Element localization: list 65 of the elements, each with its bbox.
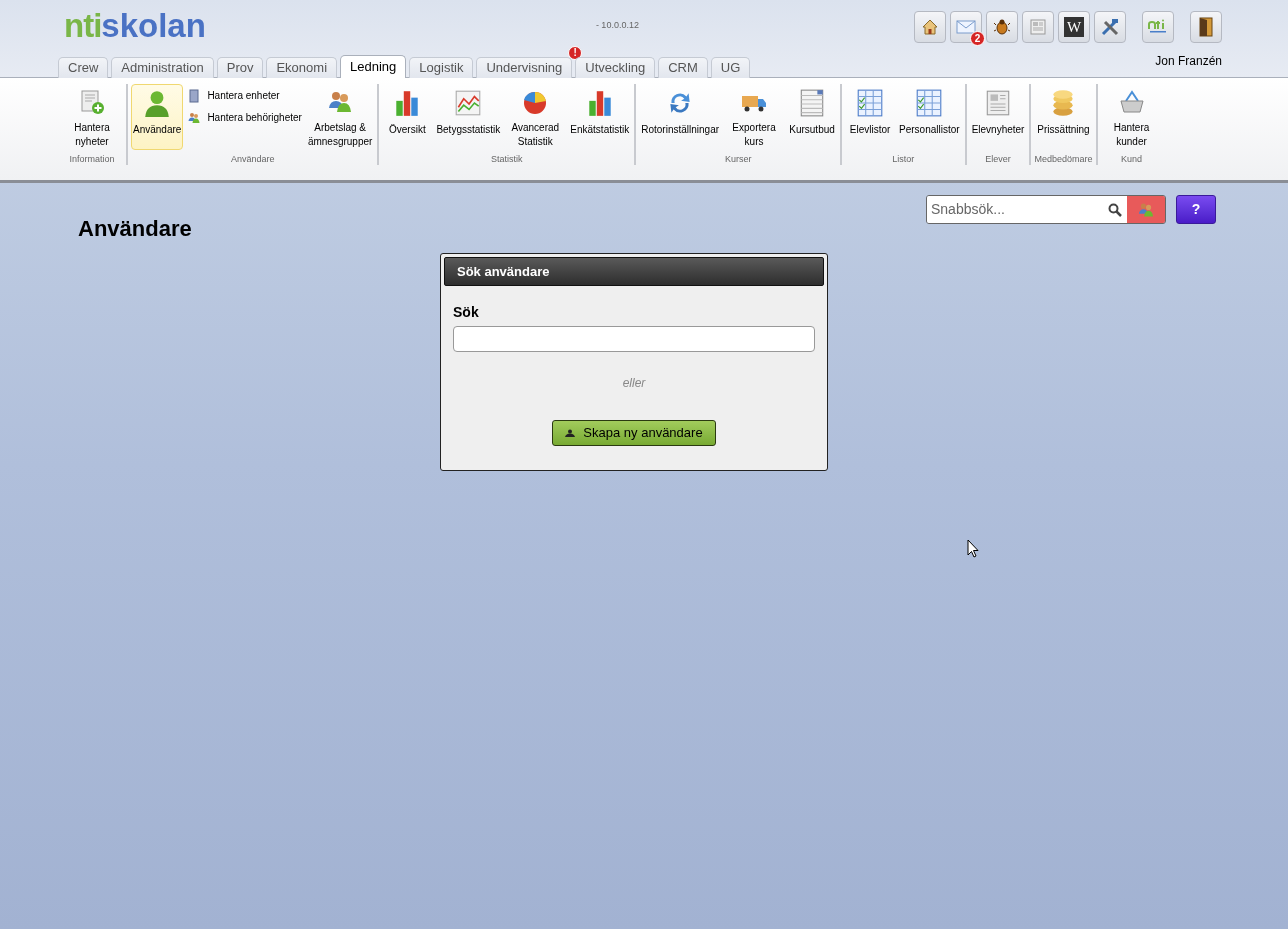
people-icon [187,111,202,125]
ribbon-button[interactable]: Avancerad Statistik [504,84,567,150]
group-label: Listor [892,153,915,165]
group-label: Kurser [724,153,752,165]
version-label: - 10.0.0.12 [595,19,639,32]
toolbar-button[interactable]: W [1058,11,1090,43]
tab[interactable]: Ekonomi [266,57,338,78]
tab[interactable]: Ledning [340,55,407,78]
person-icon [565,429,576,437]
nti-skolan-logo: ntiskolan [64,8,206,42]
or-text: eller [622,375,646,392]
tab[interactable]: CRM [658,57,708,78]
ribbon-button[interactable]: Hantera behörigheter [185,109,304,127]
logo-icon [1147,19,1169,35]
ribbon-button[interactable]: Användare [131,84,184,150]
envelope-icon [956,20,976,34]
alert-badge: ! [568,46,583,60]
group-label: Medbedömare [1034,153,1093,165]
ribbon-button[interactable]: Kursutbud [787,84,838,150]
building-icon [187,89,202,103]
newspaper-icon [1029,18,1047,36]
ribbon-button[interactable]: Betygsstatistik [434,84,503,150]
tab[interactable]: UG [710,57,751,78]
ribbon-button[interactable]: Exportera kurs [723,84,786,150]
tab[interactable]: Administration [111,57,214,78]
ribbon-button[interactable]: Elevnyheter [969,84,1027,150]
ribbon-button[interactable]: Hantera enheter [185,87,304,105]
help-button[interactable]: ? [1176,195,1216,224]
ribbon-button[interactable]: Personallistor [897,84,962,150]
ribbon-button[interactable]: Översikt [382,84,433,150]
wiki-icon: W [1064,17,1084,37]
toolbar-button[interactable] [986,11,1018,43]
ribbon-button[interactable]: Hantera kunder [1100,84,1163,150]
group-label: Information [69,153,115,165]
tab[interactable]: Utveckling [575,57,656,78]
tab[interactable]: Logistik [409,57,474,78]
group-label: Kund [1121,153,1142,165]
ribbon-button[interactable]: Hantera nyheter [61,84,123,150]
ribbon-button[interactable]: Enkätstatistik [568,84,632,150]
door-icon [1197,17,1215,37]
group-label: Användare [230,153,275,165]
panel-header: Sök användare [444,257,824,286]
tab[interactable]: Prov [216,57,264,78]
toolbar-button[interactable] [914,11,946,43]
tab[interactable]: Undervisning [476,57,573,78]
field-label: Sök [453,303,480,322]
user-name: Jon Franzén [1155,53,1222,70]
house-icon [921,18,939,36]
toolbar-button[interactable] [1190,11,1222,43]
create-user-button[interactable]: Skapa ny användare [552,420,716,446]
ribbon-button[interactable]: Arbetslag & ämnesgrupper [305,84,375,150]
bug-icon [993,18,1011,36]
toolbar-button[interactable] [1094,11,1126,43]
toolbar-button[interactable]: 2 [950,11,982,43]
page-title: Användare [78,215,192,243]
tools-icon [1100,17,1120,37]
search-field[interactable] [453,326,815,352]
group-label: Statistik [491,153,523,165]
ribbon-button[interactable]: Prissättning [1035,84,1092,150]
ribbon-button[interactable]: Elevlistor [845,84,896,150]
ribbon-button[interactable]: Rotorinställningar [639,84,722,150]
tab[interactable]: Crew [58,57,109,78]
mouse-cursor-icon [967,539,979,558]
group-label: Elever [985,153,1011,165]
notification-badge: 2 [970,31,985,46]
